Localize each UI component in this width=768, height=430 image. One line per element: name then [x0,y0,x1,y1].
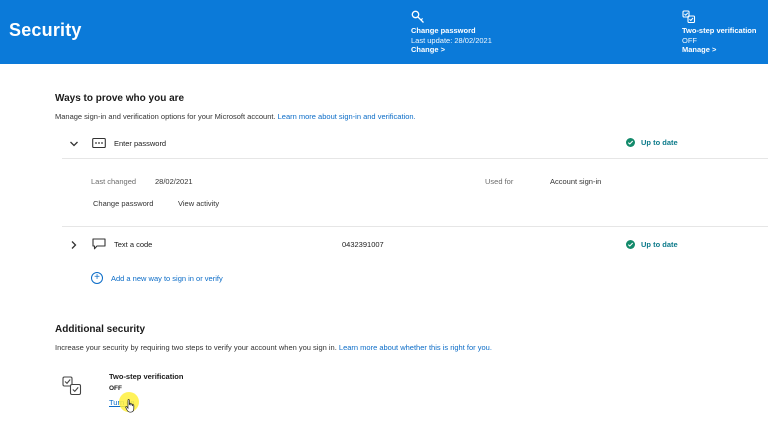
method-password-label[interactable]: Enter password [114,139,166,148]
plus-circle-icon: + [91,272,103,284]
key-icon [411,10,424,23]
page-title: Security [9,20,82,40]
two-step-title: Two-step verification [682,26,757,35]
divider [62,158,768,159]
view-activity-button[interactable]: View activity [178,199,219,208]
two-step-status: OFF [682,35,697,45]
method-text-phone: 0432391007 [342,240,384,249]
hand-pointer-icon [125,399,135,413]
two-step-icon [682,10,696,24]
ways-description-text: Manage sign-in and verification options … [55,112,276,121]
change-password-button[interactable]: Change password [93,199,153,208]
additional-description-text: Increase your security by requiring two … [55,343,337,352]
divider [62,226,768,227]
status-text: Up to date [641,138,678,147]
add-sign-in-method-button[interactable]: + Add a new way to sign in or verify [91,272,223,284]
additional-section-description: Increase your security by requiring two … [55,343,492,352]
ways-section-description: Manage sign-in and verification options … [55,112,416,121]
password-dots-icon [92,137,106,149]
chevron-down-icon[interactable] [69,139,79,149]
change-password-last-update: Last update: 28/02/2021 [411,35,492,45]
additional-learn-more-link[interactable]: Learn more about whether this is right f… [339,343,492,352]
last-changed-label: Last changed [91,177,137,186]
change-password-title: Change password [411,26,476,35]
ways-learn-more-link[interactable]: Learn more about sign-in and verificatio… [278,112,416,121]
used-for-label: Used for [485,177,514,186]
chat-bubble-icon [92,238,106,250]
check-circle-icon [626,240,635,249]
method-password-status: Up to date [626,138,678,147]
ways-section-title: Ways to prove who you are [55,93,185,104]
two-step-summary: Two-step verification OFF Manage > [682,10,756,55]
change-password-summary: Change password Last update: 28/02/2021 … [411,10,492,55]
method-text-status: Up to date [626,240,678,249]
change-password-link[interactable]: Change > [411,45,492,55]
used-for-value: Account sign-in [550,177,602,186]
two-step-verification-status: OFF [109,385,122,392]
security-header: Security Change password Last update: 28… [0,0,768,64]
two-step-checklist-icon [62,376,82,396]
last-changed-value: 28/02/2021 [155,177,193,186]
status-text: Up to date [641,240,678,249]
check-circle-icon [626,138,635,147]
chevron-right-icon[interactable] [69,240,79,250]
method-text-label[interactable]: Text a code [114,240,152,249]
two-step-manage-link[interactable]: Manage > [682,45,756,55]
additional-section-title: Additional security [55,324,146,335]
add-way-label: Add a new way to sign in or verify [111,273,223,283]
two-step-verification-title: Two-step verification [109,372,184,381]
